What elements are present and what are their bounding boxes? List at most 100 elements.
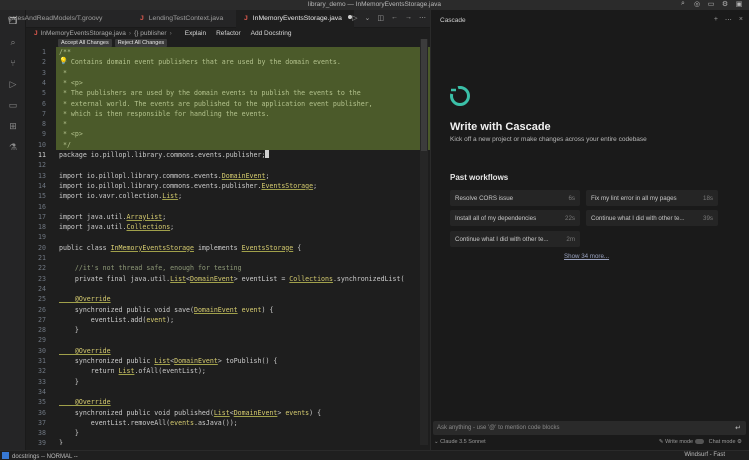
activity-bar: ❐ ⌕ ⑂ ▷ ▭ ⊞ ⚗ xyxy=(0,10,26,450)
code-line[interactable]: 13 import io.pillopl.library.commons.even… xyxy=(26,171,430,181)
toggle-icon[interactable] xyxy=(695,439,705,444)
line-text: import io.pillopl.library.commons.events… xyxy=(59,181,318,190)
code-line[interactable]: 17 import java.util.ArrayList; xyxy=(26,212,430,222)
code-line[interactable]: 15 import io.vavr.collection.List; xyxy=(26,191,430,201)
chat-input[interactable]: Ask anything - use '@' to mention code b… xyxy=(433,421,746,435)
reject-all-button[interactable]: Reject All Changes xyxy=(114,39,168,47)
lightbulb-icon[interactable]: 💡 xyxy=(59,57,68,65)
code-line[interactable]: 25 @Override xyxy=(26,294,430,304)
editor-scrollbar[interactable] xyxy=(420,39,428,445)
search-icon[interactable]: ⌕ xyxy=(0,37,26,48)
more-actions-icon[interactable]: ⋯ xyxy=(419,14,426,22)
go-forward-icon[interactable]: → xyxy=(405,14,412,22)
search-icon[interactable]: ⌕ xyxy=(679,0,687,8)
line-number: 23 xyxy=(38,274,46,283)
code-line[interactable]: 12 xyxy=(26,160,430,170)
code-line[interactable]: 38 } xyxy=(26,428,430,438)
code-line[interactable]: 27 eventList.add(event); xyxy=(26,315,430,325)
remote-indicator-icon[interactable] xyxy=(2,452,9,459)
run-icon[interactable]: ▷ xyxy=(352,14,357,22)
line-number: 1 xyxy=(42,48,46,56)
code-line[interactable]: 6 * external world. The events are publi… xyxy=(26,99,430,109)
workflow-item[interactable]: Resolve CORS issue 6s xyxy=(450,190,580,206)
code-line[interactable]: 1 /** xyxy=(26,47,430,57)
breadcrumb-symbol[interactable]: {} publisher xyxy=(134,30,167,37)
settings-icon[interactable]: ⚙ xyxy=(721,0,729,8)
code-line[interactable]: 19 xyxy=(26,232,430,242)
workflow-item[interactable]: Continue what I did with other te... 2m xyxy=(450,231,580,247)
account-icon[interactable]: ◎ xyxy=(693,0,701,8)
code-line[interactable]: 28 } xyxy=(26,325,430,335)
tab-in-memory-events-storage[interactable]: J InMemoryEventsStorage.java xyxy=(236,10,354,28)
code-line[interactable]: 9 * <p> xyxy=(26,129,430,139)
tab-lending-test-context[interactable]: J LendingTestContext.java xyxy=(132,10,236,28)
code-line[interactable]: 14 import io.pillopl.library.commons.even… xyxy=(26,181,430,191)
code-line[interactable]: 4 * <p> xyxy=(26,78,430,88)
chat-mode-toggle[interactable]: Chat mode ⚙ xyxy=(709,439,742,445)
code-line[interactable]: 11 package io.pillopl.library.commons.eve… xyxy=(26,150,430,160)
extensions-icon[interactable]: ⊞ xyxy=(0,121,26,132)
code-line[interactable]: 18 import java.util.Collections; xyxy=(26,222,430,232)
write-mode-toggle[interactable]: ✎ Write mode xyxy=(659,439,707,445)
refactor-button[interactable]: Refactor xyxy=(216,30,241,37)
workflow-item[interactable]: Install all of my dependencies 22s xyxy=(450,210,580,226)
code-line[interactable]: 3 * xyxy=(26,68,430,78)
scrollbar-thumb[interactable] xyxy=(421,39,427,151)
code-line[interactable]: 2 * Contains domain event publishers tha… xyxy=(26,57,430,67)
add-icon[interactable]: + xyxy=(714,16,718,24)
code-line[interactable]: 34 xyxy=(26,387,430,397)
code-line[interactable]: 39} xyxy=(26,438,430,445)
line-number: 11 xyxy=(38,151,46,159)
code-line[interactable]: 22 //it's not thread safe, enough for te… xyxy=(26,263,430,273)
code-line[interactable]: 35 @Override xyxy=(26,397,430,407)
run-debug-icon[interactable]: ▷ xyxy=(0,79,26,90)
go-back-icon[interactable]: ← xyxy=(391,14,398,22)
breadcrumb-file[interactable]: InMemoryEventsStorage.java xyxy=(41,30,126,37)
workflow-item[interactable]: Fix my lint error in all my pages 18s xyxy=(586,190,718,206)
accept-all-button[interactable]: Accept All Changes xyxy=(58,39,112,47)
explain-button[interactable]: Explain xyxy=(185,30,206,37)
code-line[interactable]: 30 @Override xyxy=(26,346,430,356)
close-panel-icon[interactable]: ▣ xyxy=(735,0,743,8)
line-text: /** xyxy=(59,48,71,56)
show-more-link[interactable]: Show 34 more... xyxy=(564,253,609,260)
code-line[interactable]: 24 xyxy=(26,284,430,294)
code-line[interactable]: 29 xyxy=(26,335,430,345)
remote-icon[interactable]: ▭ xyxy=(0,100,26,111)
split-editor-icon[interactable]: ◫ xyxy=(377,14,384,22)
model-selector[interactable]: ⌄ Claude 3.5 Sonnet xyxy=(434,439,486,445)
testing-icon[interactable]: ⚗ xyxy=(0,142,26,153)
send-icon[interactable]: ↵ xyxy=(735,424,741,432)
more-icon[interactable]: ⋯ xyxy=(725,16,732,24)
code-line[interactable]: 7 * which is then responsible for handli… xyxy=(26,109,430,119)
workflow-item[interactable]: Continue what I did with other te... 39s xyxy=(586,210,718,226)
add-docstring-button[interactable]: Add Docstring xyxy=(251,30,292,37)
source-control-icon[interactable]: ⑂ xyxy=(0,58,26,68)
code-line[interactable]: 16 xyxy=(26,202,430,212)
code-line[interactable]: 5 * The publishers are used by the domai… xyxy=(26,88,430,98)
code-line[interactable]: 20 public class InMemoryEventsStorage imp… xyxy=(26,243,430,253)
tab-label: LendingTestContext.java xyxy=(148,15,224,22)
chevron-down-icon[interactable]: ⌄ xyxy=(365,14,371,22)
close-icon[interactable]: × xyxy=(739,16,743,24)
code-line[interactable]: 31 synchronized public List<DomainEvent>… xyxy=(26,356,430,366)
chat-placeholder: Ask anything - use '@' to mention code b… xyxy=(437,425,560,431)
code-line[interactable]: 21 xyxy=(26,253,430,263)
windsurf-status[interactable]: Windsurf - Fast xyxy=(684,452,725,458)
panel-title: Cascade xyxy=(440,17,466,24)
line-number: 15 xyxy=(38,192,46,201)
line-number: 16 xyxy=(38,202,46,211)
line-number: 31 xyxy=(38,357,46,365)
code-line[interactable]: 33 } xyxy=(26,377,430,387)
code-line[interactable]: 36 synchronized public void published(Li… xyxy=(26,408,430,418)
code-line[interactable]: 10 */ xyxy=(26,140,430,150)
code-line[interactable]: 8 * xyxy=(26,119,430,129)
layout-icon[interactable]: ▭ xyxy=(707,0,715,8)
code-editor[interactable]: 1 /** 2 * Contains domain event publishers… xyxy=(26,47,430,445)
code-line[interactable]: 37 eventList.removeAll(events.asJava()); xyxy=(26,418,430,428)
tab-groovy[interactable]: gatesAndReadModels/T.groovy xyxy=(8,10,148,28)
code-line[interactable]: 32 return List.ofAll(eventList); xyxy=(26,366,430,376)
code-line[interactable]: 26 synchronized public void save(DomainE… xyxy=(26,305,430,315)
line-text: import io.vavr.collection.List; xyxy=(59,192,183,201)
code-line[interactable]: 23 private final java.util.List<DomainEv… xyxy=(26,274,430,284)
